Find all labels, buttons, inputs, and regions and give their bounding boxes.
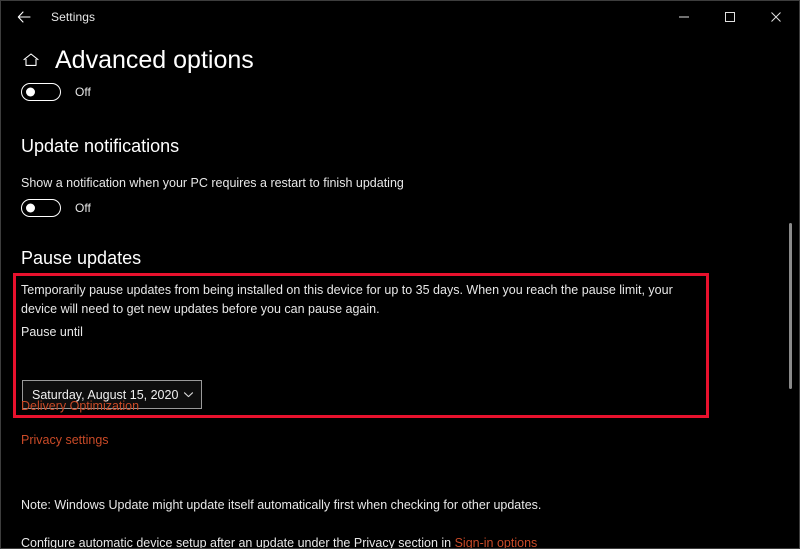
delivery-optimization-link[interactable]: Delivery Optimization [21, 399, 139, 413]
pause-updates-heading: Pause updates [21, 248, 142, 268]
home-icon[interactable] [21, 47, 43, 73]
advanced-top-toggle-row[interactable]: Off [21, 83, 91, 101]
back-arrow-icon [16, 9, 32, 25]
close-icon [770, 11, 782, 23]
update-notifications-toggle[interactable] [21, 199, 61, 217]
page-title: Advanced options [55, 46, 254, 74]
configure-note: Configure automatic device setup after a… [21, 534, 761, 549]
title-bar: Settings [1, 1, 799, 33]
update-note: Note: Windows Update might update itself… [21, 498, 542, 512]
minimize-button[interactable] [661, 1, 707, 33]
maximize-button[interactable] [707, 1, 753, 33]
minimize-icon [678, 11, 690, 23]
settings-window: Settings Advanced options Off Update not… [0, 0, 800, 549]
caption-buttons [661, 1, 799, 33]
settings-content: Advanced options Off Update notification… [1, 33, 799, 548]
toggle-knob [26, 87, 35, 97]
pause-until-label: Pause until [21, 325, 83, 339]
update-notifications-toggle-label: Off [75, 201, 91, 215]
vertical-scrollbar[interactable] [789, 33, 792, 548]
toggle-knob [26, 203, 35, 213]
advanced-top-toggle[interactable] [21, 83, 61, 101]
sign-in-options-link[interactable]: Sign-in options [455, 536, 538, 548]
update-notifications-toggle-row[interactable]: Off [21, 199, 91, 217]
page-header: Advanced options [21, 45, 254, 75]
chevron-down-icon [182, 388, 195, 401]
configure-note-text: Configure automatic device setup after a… [21, 536, 455, 549]
update-notifications-description: Show a notification when your PC require… [21, 176, 404, 190]
scrollbar-thumb[interactable] [789, 223, 792, 389]
app-title: Settings [51, 10, 96, 24]
update-notifications-heading: Update notifications [21, 136, 180, 156]
maximize-icon [724, 11, 736, 23]
advanced-top-toggle-label: Off [75, 85, 91, 99]
close-button[interactable] [753, 1, 799, 33]
privacy-settings-link[interactable]: Privacy settings [21, 433, 109, 447]
back-button[interactable] [1, 1, 47, 33]
pause-updates-description: Temporarily pause updates from being ins… [21, 283, 673, 316]
